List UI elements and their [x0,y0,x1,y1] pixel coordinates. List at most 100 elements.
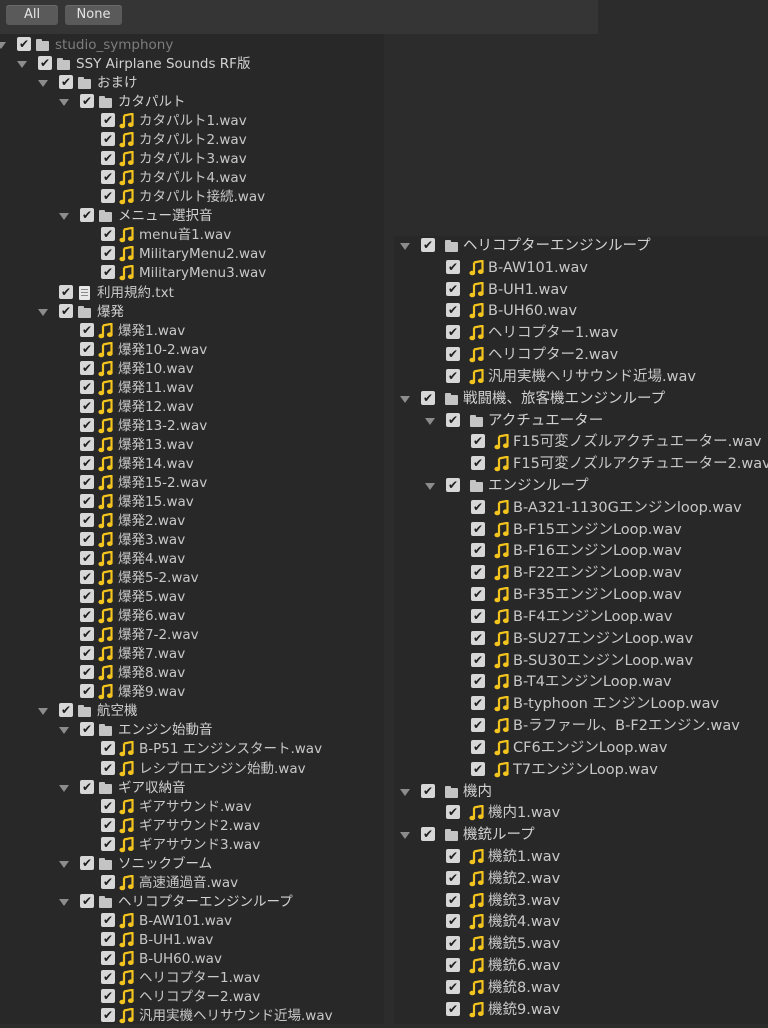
tree-file-row[interactable]: ✔ 爆発13-2.wav [0,417,384,436]
foldout-arrow-icon[interactable] [38,708,48,716]
tree-file-row[interactable]: ✔ レシプロエンジン始動.wav [0,760,384,779]
foldout-arrow-icon[interactable] [38,80,48,88]
tree-file-row[interactable]: ✔ 爆発8.wav [0,664,384,683]
foldout-arrow-icon[interactable] [59,727,69,735]
checkbox[interactable]: ✔ [80,627,94,642]
checkbox[interactable]: ✔ [421,390,435,405]
tree-file-row[interactable]: ✔ B-UH60.wav [0,950,384,969]
checkbox[interactable]: ✔ [80,94,94,109]
checkbox[interactable]: ✔ [101,227,115,242]
checkbox[interactable]: ✔ [446,478,460,493]
tree-file-row[interactable]: ✔ ヘリコプター1.wav [394,324,768,343]
checkbox[interactable]: ✔ [101,113,115,128]
checkbox[interactable]: ✔ [471,499,485,514]
checkbox[interactable]: ✔ [59,703,73,718]
checkbox[interactable]: ✔ [101,989,115,1003]
tree-file-row[interactable]: ✔ B-F35エンジンLoop.wav [394,586,768,605]
checkbox[interactable]: ✔ [80,570,94,585]
checkbox[interactable]: ✔ [446,914,460,929]
checkbox[interactable]: ✔ [446,1001,460,1016]
tree-folder-row[interactable]: ✔ SSY Airplane Sounds RF版 [0,55,384,74]
checkbox[interactable]: ✔ [471,608,485,623]
checkbox[interactable]: ✔ [471,456,485,471]
select-none-button[interactable]: None [65,5,122,25]
checkbox[interactable]: ✔ [101,151,115,166]
tree-folder-row[interactable]: ✔ 機銃ループ [394,826,768,845]
tree-file-row[interactable]: ✔ カタパルト3.wav [0,150,384,169]
checkbox[interactable]: ✔ [446,892,460,907]
tree-file-row[interactable]: ✔ 爆発14.wav [0,455,384,474]
tree-file-row[interactable]: ✔ ヘリコプター2.wav [394,346,768,365]
tree-file-row[interactable]: ✔ B-F16エンジンLoop.wav [394,542,768,561]
checkbox[interactable]: ✔ [80,893,94,908]
tree-file-row[interactable]: ✔ ギアサウンド2.wav [0,817,384,836]
checkbox[interactable]: ✔ [471,652,485,667]
tree-file-row[interactable]: ✔ 汎用実機ヘリサウンド近場.wav [394,368,768,387]
checkbox[interactable]: ✔ [101,741,115,756]
tree-folder-row[interactable]: ✔ エンジン始動音 [0,721,384,740]
tree-file-row[interactable]: ✔ 爆発7-2.wav [0,626,384,645]
checkbox[interactable]: ✔ [80,208,94,223]
checkbox[interactable]: ✔ [80,684,94,699]
foldout-arrow-icon[interactable] [38,308,48,316]
checkbox[interactable]: ✔ [80,322,94,337]
checkbox[interactable]: ✔ [59,75,73,90]
tree-folder-row[interactable]: ✔ 戦闘機、旅客機エンジンループ [394,390,768,409]
tree-file-row[interactable]: ✔ B-P51 エンジンスタート.wav [0,740,384,759]
tree-file-row[interactable]: ✔ 利用規約.txt [0,284,384,303]
tree-file-row[interactable]: ✔ 爆発2.wav [0,512,384,531]
foldout-arrow-icon[interactable] [400,788,410,796]
checkbox[interactable]: ✔ [101,817,115,832]
tree-file-row[interactable]: ✔ 爆発10-2.wav [0,341,384,360]
checkbox[interactable]: ✔ [446,259,460,274]
checkbox[interactable]: ✔ [101,170,115,185]
checkbox[interactable]: ✔ [471,543,485,558]
checkbox[interactable]: ✔ [101,950,115,965]
checkbox[interactable]: ✔ [446,936,460,951]
tree-file-row[interactable]: ✔ ヘリコプター2.wav [0,988,384,1007]
tree-folder-row[interactable]: ✔ エンジンループ [394,477,768,496]
foldout-arrow-icon[interactable] [425,417,435,425]
tree-file-row[interactable]: ✔ 爆発4.wav [0,550,384,569]
checkbox[interactable]: ✔ [101,1008,115,1023]
foldout-arrow-icon[interactable] [400,243,410,250]
checkbox[interactable]: ✔ [101,189,115,204]
tree-file-row[interactable]: ✔ B-UH1.wav [394,281,768,300]
tree-file-row[interactable]: ✔ 機銃9.wav [394,1001,768,1020]
tree-folder-row[interactable]: ✔ 爆発 [0,303,384,322]
checkbox[interactable]: ✔ [471,434,485,449]
tree-file-row[interactable]: ✔ ヘリコプター1.wav [0,969,384,988]
checkbox[interactable]: ✔ [80,646,94,661]
tree-file-row[interactable]: ✔ カタパルト接続.wav [0,188,384,207]
checkbox[interactable]: ✔ [17,37,31,51]
checkbox[interactable]: ✔ [80,513,94,527]
checkbox[interactable]: ✔ [471,565,485,580]
checkbox[interactable]: ✔ [101,836,115,851]
foldout-arrow-icon[interactable] [0,42,6,49]
tree-file-row[interactable]: ✔ 爆発15.wav [0,493,384,512]
tree-file-row[interactable]: ✔ ギアサウンド3.wav [0,836,384,855]
checkbox[interactable]: ✔ [80,341,94,356]
tree-file-row[interactable]: ✔ B-A321-1130Gエンジンloop.wav [394,499,768,518]
checkbox[interactable]: ✔ [80,532,94,547]
tree-file-row[interactable]: ✔ B-UH60.wav [394,302,768,321]
checkbox[interactable]: ✔ [471,761,485,776]
checkbox[interactable]: ✔ [80,455,94,470]
tree-file-row[interactable]: ✔ 爆発7.wav [0,645,384,664]
checkbox[interactable]: ✔ [446,958,460,973]
tree-file-row[interactable]: ✔ 爆発5-2.wav [0,569,384,588]
tree-file-row[interactable]: ✔ 汎用実機ヘリサウンド近場.wav [0,1007,384,1026]
tree-file-row[interactable]: ✔ 爆発6.wav [0,607,384,626]
tree-file-row[interactable]: ✔ 機銃6.wav [394,957,768,976]
tree-file-row[interactable]: ✔ F15可変ノズルアクチュエーター2.wav [394,455,768,474]
tree-folder-row[interactable]: ✔ カタパルト [0,93,384,112]
select-all-button[interactable]: All [6,5,58,25]
checkbox[interactable]: ✔ [80,474,94,489]
tree-file-row[interactable]: ✔ 機銃2.wav [394,870,768,889]
tree-folder-row[interactable]: ✔ 機内 [394,783,768,802]
checkbox[interactable]: ✔ [101,798,115,813]
checkbox[interactable]: ✔ [421,238,435,252]
tree-file-row[interactable]: ✔ 爆発3.wav [0,531,384,550]
tree-file-row[interactable]: ✔ B-F22エンジンLoop.wav [394,564,768,583]
checkbox[interactable]: ✔ [101,132,115,147]
